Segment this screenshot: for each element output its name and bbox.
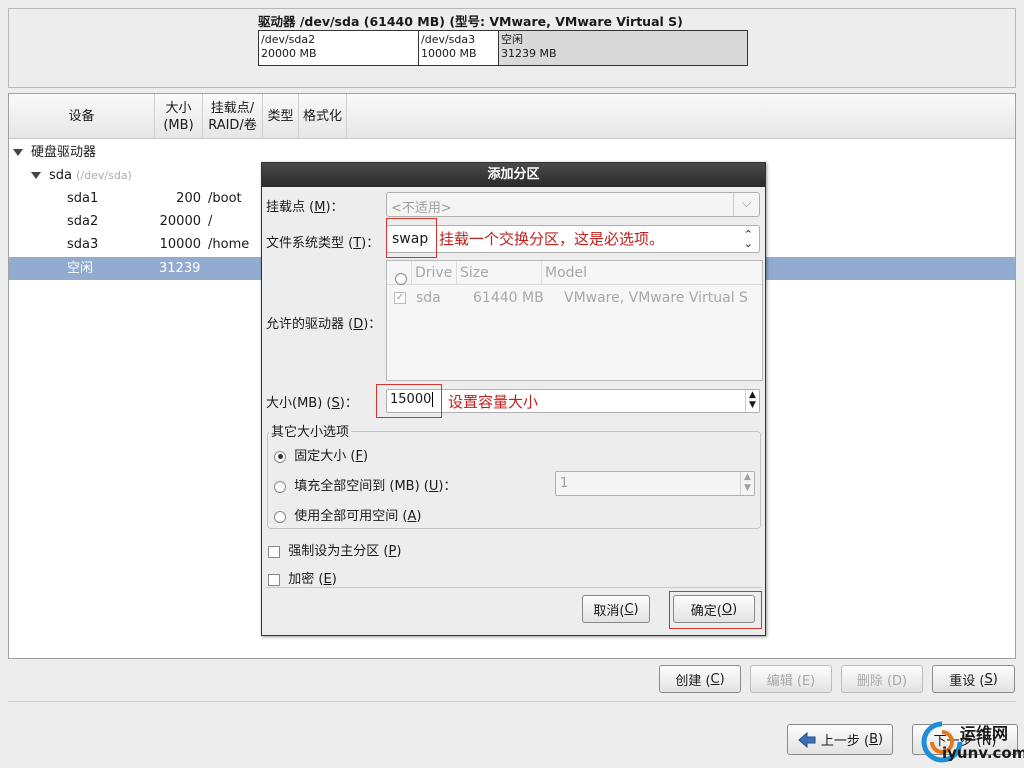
reset-button[interactable]: 重设 (S) — [932, 665, 1015, 693]
column-size[interactable]: Size — [456, 261, 489, 285]
partition-segment-free[interactable]: 空闲 31239 MB — [499, 31, 747, 65]
partition-segment-sda3[interactable]: /dev/sda3 10000 MB — [419, 31, 499, 65]
chevron-down-icon[interactable]: ⌵ — [733, 193, 759, 216]
column-drive[interactable]: Drive — [411, 261, 452, 285]
mount-point-value: <不适用> — [391, 201, 452, 216]
column-device[interactable]: 设备 — [9, 94, 155, 139]
mount-point-combo[interactable]: <不适用> ⌵ — [386, 192, 760, 217]
expander-down-icon[interactable] — [31, 172, 41, 179]
segment-size: 20000 MB — [261, 47, 317, 60]
radio-fill-all[interactable]: 使用全部可用空间 (A) — [274, 505, 421, 524]
tree-header: 设备 大小 (MB) 挂载点/RAID/卷 类型 格式化 — [9, 94, 1015, 139]
watermark-logo: 运维网 iyunv.com — [920, 718, 1024, 766]
segment-name: 空闲 — [501, 33, 523, 46]
column-label: 设备 — [68, 109, 95, 124]
fill-to-spinbutton[interactable]: 1 ▲ ▼ — [555, 471, 755, 496]
drive-name: sda — [416, 290, 441, 306]
select-all-radio[interactable] — [395, 273, 407, 285]
row-device: sda1 — [67, 191, 99, 206]
row-size: 20000 — [159, 214, 201, 229]
column-label: 格式化 — [302, 109, 342, 124]
row-device: 空闲 — [67, 261, 94, 276]
column-label: 挂载点/RAID/卷 — [208, 100, 257, 133]
radio-fixed-indicator[interactable] — [274, 450, 286, 463]
radio-fill-to[interactable]: 填充全部空间到 (MB) (U)： — [274, 475, 456, 494]
fs-type-value: swap — [392, 231, 429, 247]
create-button[interactable]: 创建 (C) — [659, 665, 741, 693]
drive-partition-map: /dev/sda2 20000 MB /dev/sda3 10000 MB 空闲… — [258, 30, 748, 66]
row-device: sda2 — [67, 214, 99, 229]
watermark-text: 运维网 — [960, 724, 1009, 743]
watermark-domain: iyunv.com — [942, 744, 1024, 762]
size-input[interactable]: 15000 — [390, 392, 434, 407]
column-model[interactable]: Model — [541, 261, 587, 285]
arrow-left-icon — [798, 731, 816, 748]
drive-model: VMware, VMware Virtual S — [564, 290, 748, 306]
cancel-button[interactable]: 取消(C) — [582, 595, 650, 623]
tree-group-harddrives[interactable]: 硬盘驱动器 — [9, 141, 1015, 164]
encrypt-checkbox[interactable]: 加密 (E) — [268, 568, 337, 587]
encrypt-indicator[interactable] — [268, 573, 280, 586]
segment-size: 31239 MB — [501, 47, 557, 60]
column-label: 类型 — [267, 109, 294, 124]
partition-segment-sda2[interactable]: /dev/sda2 20000 MB — [259, 31, 419, 65]
radio-all-indicator[interactable] — [274, 510, 286, 523]
allowed-drives-label: 允许的驱动器 (D)： — [266, 317, 382, 332]
row-size: 10000 — [159, 237, 201, 252]
segment-name: /dev/sda2 — [261, 33, 316, 46]
row-size: 200 — [176, 191, 201, 206]
disk-name: sda — [49, 168, 72, 183]
edit-button[interactable]: 编辑 (E) — [750, 665, 832, 693]
group-label: 硬盘驱动器 — [31, 145, 97, 160]
size-annotation: 设置容量大小 — [448, 393, 539, 411]
column-label: 大小 (MB) — [163, 100, 194, 133]
drive-title: 驱动器 /dev/sda (61440 MB) (型号: VMware, VMw… — [258, 14, 683, 29]
radio-fill-indicator[interactable] — [274, 480, 286, 493]
spin-arrows-icon[interactable]: ▲ ▼ — [740, 472, 754, 495]
segment-name: /dev/sda3 — [421, 33, 476, 46]
radio-fixed-size[interactable]: 固定大小 (F) — [274, 445, 368, 464]
row-size: 31239 — [159, 261, 201, 276]
footer-separator — [8, 701, 1016, 702]
size-spinbutton[interactable]: ▲ ▼ — [386, 389, 760, 413]
column-size[interactable]: 大小 (MB) — [155, 94, 203, 139]
force-primary-indicator[interactable] — [268, 545, 280, 558]
fs-type-label: 文件系统类型 (T)： — [266, 236, 380, 251]
dialog-separator — [266, 587, 762, 588]
list-item[interactable]: ✓ sda 61440 MB VMware, VMware Virtual S — [387, 286, 762, 310]
fs-type-annotation: 挂载一个交换分区，这是必选项。 — [439, 230, 665, 248]
back-button[interactable]: 上一步 (B) — [787, 724, 893, 755]
row-mount: /boot — [208, 191, 242, 206]
segment-size: 10000 MB — [421, 47, 477, 60]
allowed-drives-list[interactable]: Drive Size Model ✓ sda 61440 MB VMware, … — [386, 260, 763, 381]
force-primary-checkbox[interactable]: 强制设为主分区 (P) — [268, 540, 401, 559]
column-format[interactable]: 格式化 — [299, 94, 347, 139]
disk-path: (/dev/sda) — [76, 169, 132, 182]
row-device: sda3 — [67, 237, 99, 252]
delete-button[interactable]: 删除 (D) — [841, 665, 923, 693]
column-type[interactable]: 类型 — [263, 94, 299, 139]
drive-checkbox[interactable]: ✓ — [394, 292, 406, 304]
other-size-options-title: 其它大小选项 — [269, 421, 352, 440]
ok-highlight — [669, 591, 762, 629]
drive-size: 61440 MB — [473, 290, 544, 306]
expander-down-icon[interactable] — [13, 149, 23, 156]
size-label: 大小(MB) (S)： — [266, 396, 358, 411]
fill-to-value: 1 — [560, 476, 569, 491]
mount-point-label: 挂载点 (M)： — [266, 200, 344, 215]
row-mount: / — [208, 214, 213, 229]
row-mount: /home — [208, 237, 250, 252]
add-partition-dialog: 添加分区 挂载点 (M)： <不适用> ⌵ 文件系统类型 (T)： ⌃ ⌄ swa… — [261, 162, 766, 636]
dialog-title: 添加分区 — [262, 163, 765, 187]
spin-arrows-icon[interactable]: ▲ ▼ — [745, 390, 759, 412]
column-mount[interactable]: 挂载点/RAID/卷 — [203, 94, 263, 139]
drives-list-header: Drive Size Model — [387, 261, 762, 285]
updown-chevron-icon[interactable]: ⌃ ⌄ — [744, 229, 753, 249]
